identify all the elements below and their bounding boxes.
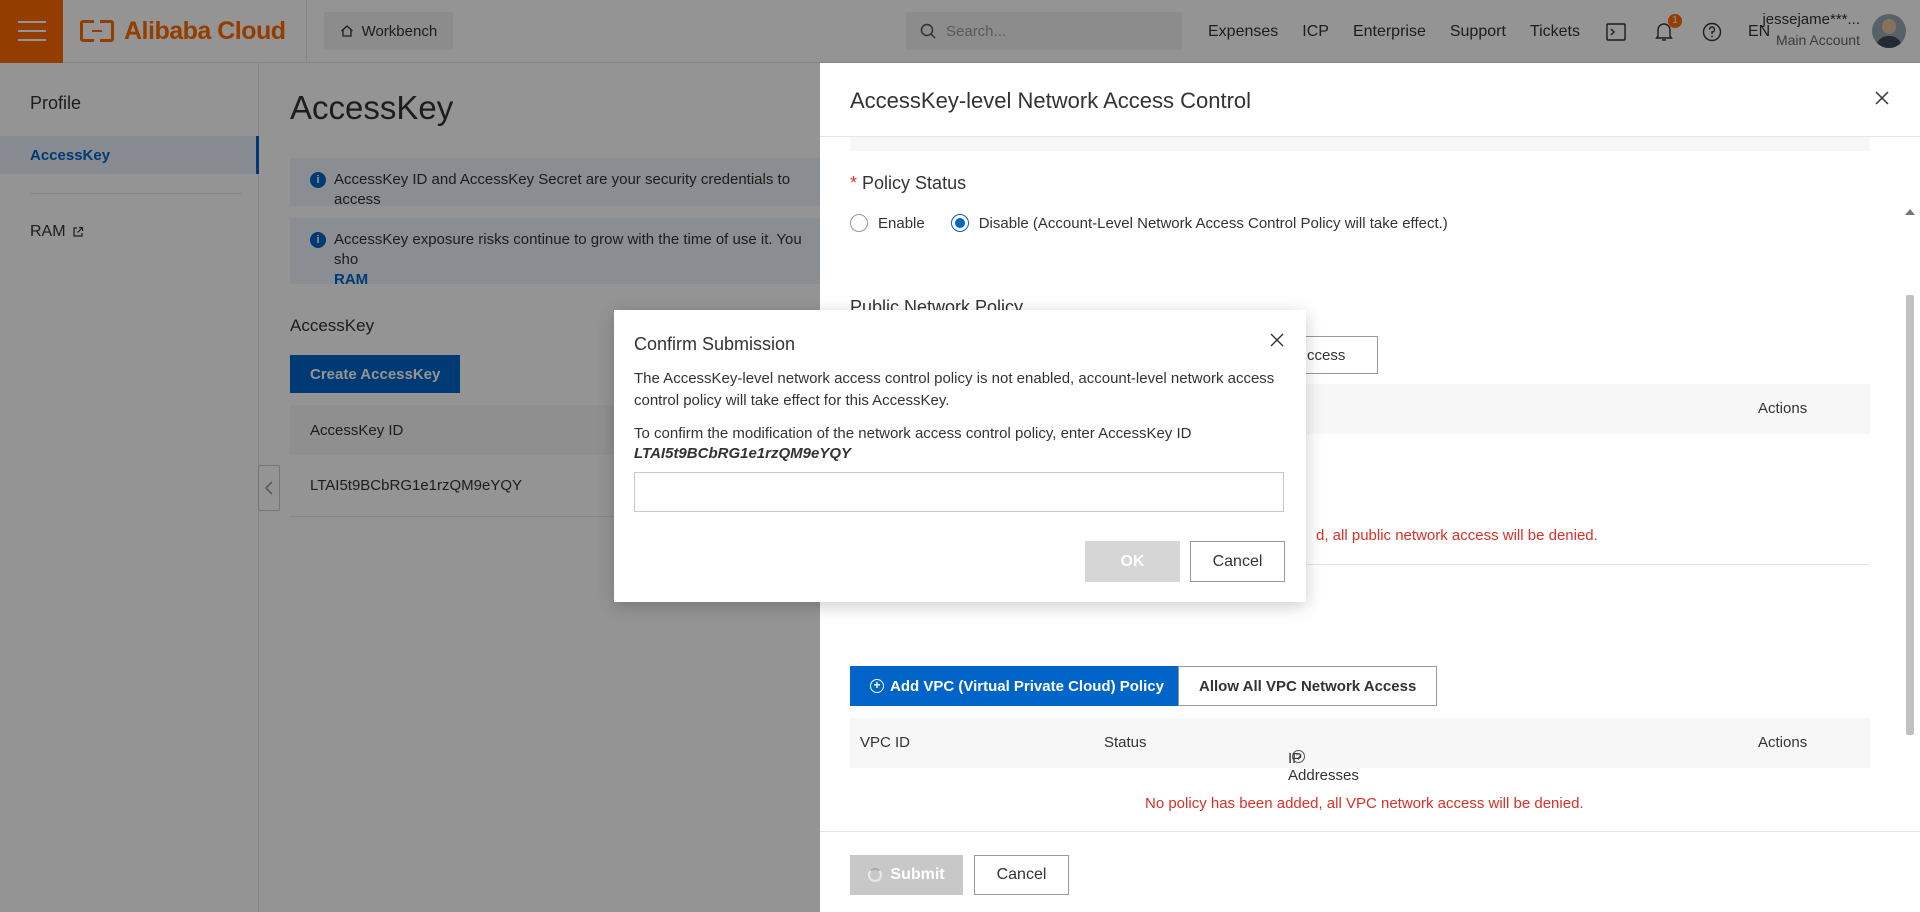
policy-status-radio-group: Enable Disable (Account-Level Network Ac… bbox=[850, 214, 1448, 232]
close-icon[interactable] bbox=[1267, 330, 1287, 350]
help-icon[interactable]: ? bbox=[1292, 750, 1305, 763]
submit-button[interactable]: Submit bbox=[850, 855, 963, 895]
column-vpc-id: VPC ID bbox=[860, 734, 911, 751]
dialog-message: The AccessKey-level network access contr… bbox=[634, 370, 1275, 409]
add-vpc-policy-button[interactable]: + Add VPC (Virtual Private Cloud) Policy bbox=[850, 666, 1184, 706]
drawer-footer: Submit Cancel bbox=[820, 831, 1920, 912]
drawer-scrollbar[interactable] bbox=[1900, 137, 1920, 889]
dialog-prompt: To confirm the modification of the netwo… bbox=[634, 425, 1192, 442]
loading-spinner-icon bbox=[868, 868, 883, 882]
accesskey-id-confirm-input[interactable] bbox=[634, 472, 1284, 512]
radio-disable[interactable] bbox=[950, 214, 969, 232]
dialog-cancel-button[interactable]: Cancel bbox=[1190, 541, 1285, 582]
add-vpc-policy-label: Add VPC (Virtual Private Cloud) Policy bbox=[890, 677, 1164, 695]
dialog-title: Confirm Submission bbox=[634, 334, 796, 354]
ok-button[interactable]: OK bbox=[1085, 541, 1180, 582]
vpc-table-header: VPC ID Status IP Addresses? Actions bbox=[850, 718, 1870, 784]
submit-label: Submit bbox=[890, 866, 945, 883]
column-status: Status bbox=[1104, 734, 1147, 751]
radio-enable[interactable] bbox=[850, 214, 868, 232]
accesskey-id-hint: LTAI5t9BCbRG1e1rzQM9eYQY bbox=[634, 445, 851, 462]
drawer-cancel-button[interactable]: Cancel bbox=[974, 855, 1069, 895]
vpc-deny-message: No policy has been added, all VPC networ… bbox=[1145, 795, 1584, 812]
policy-status-text: Policy Status bbox=[862, 173, 967, 193]
confirm-submission-dialog: Confirm Submission The AccessKey-level n… bbox=[614, 310, 1306, 602]
allow-all-vpc-access-button[interactable]: Allow All VPC Network Access bbox=[1178, 666, 1438, 706]
scroll-up-icon[interactable] bbox=[1905, 209, 1915, 215]
policy-status-label: * Policy Status bbox=[850, 173, 966, 194]
radio-disable-label[interactable]: Disable (Account-Level Network Access Co… bbox=[979, 215, 1448, 232]
clipped-info-bar bbox=[850, 137, 1870, 151]
public-deny-message: d, all public network access will be den… bbox=[1316, 527, 1598, 544]
scrollbar-thumb[interactable] bbox=[1906, 295, 1914, 735]
close-icon[interactable] bbox=[1871, 87, 1893, 109]
required-mark: * bbox=[850, 173, 858, 193]
drawer-title: AccessKey-level Network Access Control bbox=[850, 88, 1252, 113]
plus-circle-icon: + bbox=[870, 679, 884, 693]
column-actions: Actions bbox=[1758, 734, 1808, 751]
column-actions: Actions bbox=[1758, 400, 1808, 417]
radio-enable-label[interactable]: Enable bbox=[878, 215, 925, 232]
